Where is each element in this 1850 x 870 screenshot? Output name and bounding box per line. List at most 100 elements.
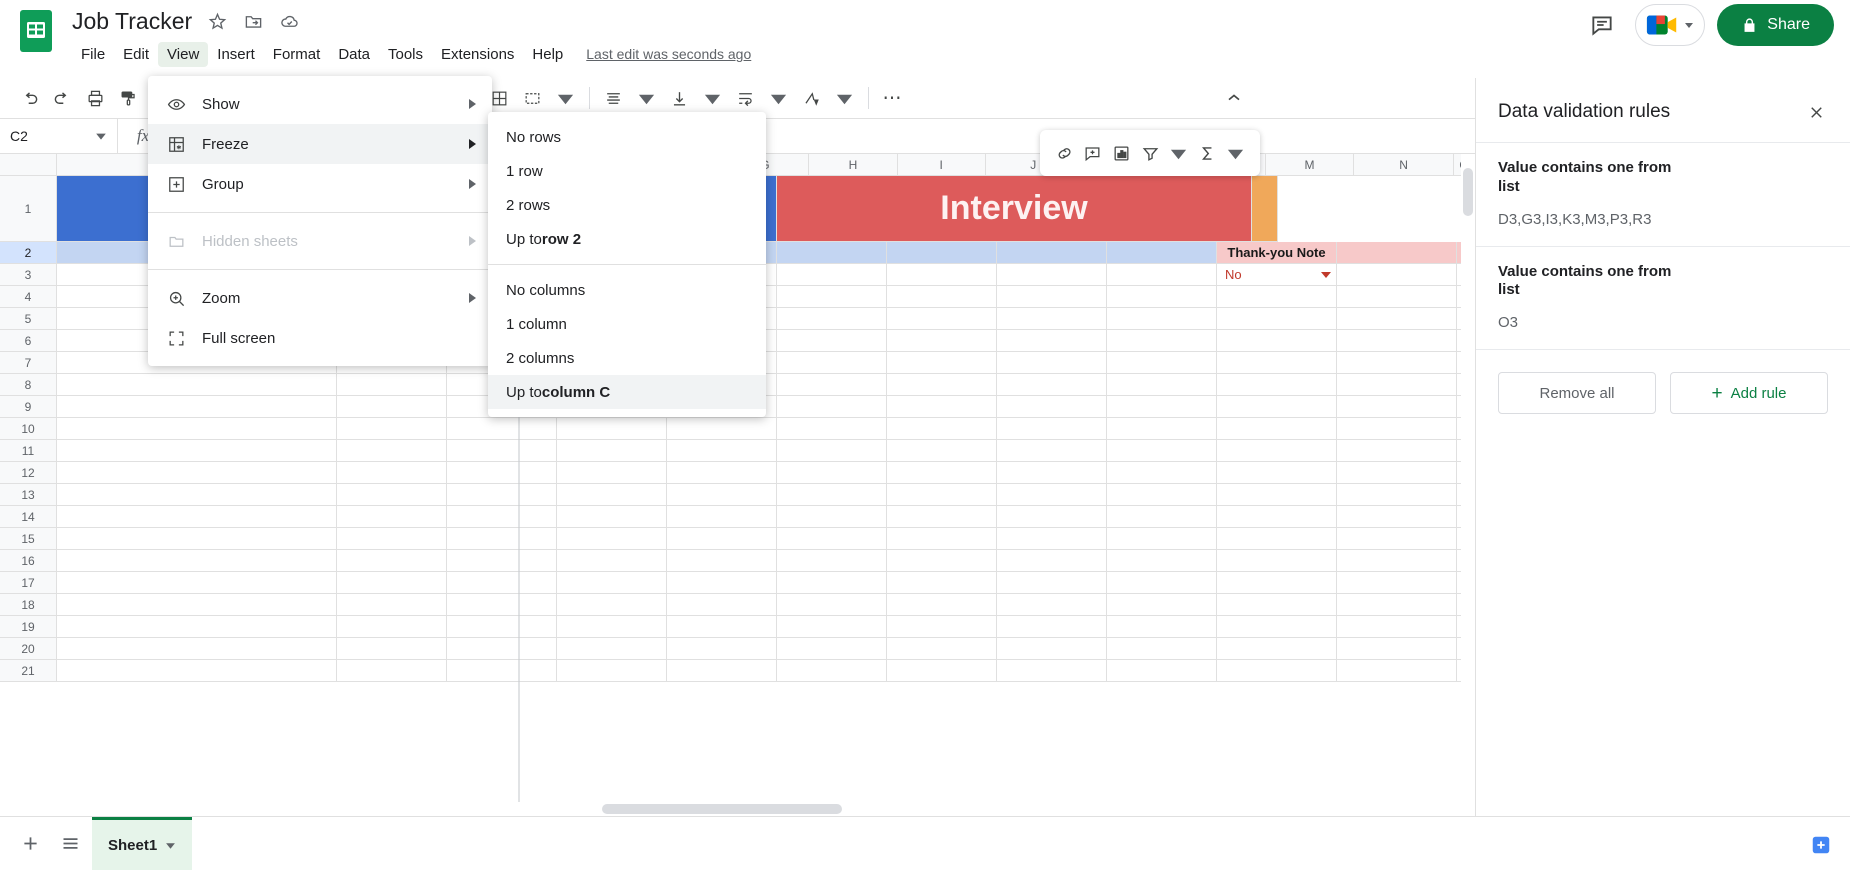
filter-caret-icon[interactable] <box>1168 138 1189 169</box>
row-header-3[interactable]: 3 <box>0 264 56 286</box>
row-header-18[interactable]: 18 <box>0 594 56 616</box>
row-header-1[interactable]: 1 <box>0 176 56 242</box>
wrap-caret-icon[interactable] <box>763 83 794 114</box>
cell-g18[interactable] <box>887 594 997 616</box>
cell-c12[interactable] <box>447 462 557 484</box>
cell-i16[interactable] <box>1107 550 1217 572</box>
menu-view[interactable]: View <box>158 41 209 67</box>
vertical-scrollbar[interactable] <box>1461 154 1475 816</box>
cell-f18[interactable] <box>777 594 887 616</box>
halign-caret-icon[interactable] <box>631 83 662 114</box>
cell-f17[interactable] <box>777 572 887 594</box>
text-rotation-icon[interactable] <box>796 83 827 114</box>
cell-c15[interactable] <box>447 528 557 550</box>
cell-a10[interactable] <box>57 418 337 440</box>
cell-g14[interactable] <box>887 506 997 528</box>
cell-b16[interactable] <box>337 550 447 572</box>
cell-b11[interactable] <box>337 440 447 462</box>
cell-a8[interactable] <box>57 374 337 396</box>
cell-k9[interactable] <box>1337 396 1457 418</box>
cell-k13[interactable] <box>1337 484 1457 506</box>
cell-k2[interactable] <box>1337 242 1457 264</box>
cell-e15[interactable] <box>667 528 777 550</box>
cell-c11[interactable] <box>447 440 557 462</box>
cell-k19[interactable] <box>1337 616 1457 638</box>
cell-g13[interactable] <box>887 484 997 506</box>
cell-i19[interactable] <box>1107 616 1217 638</box>
cell-j19[interactable] <box>1217 616 1337 638</box>
cell-a20[interactable] <box>57 638 337 660</box>
cell-a19[interactable] <box>57 616 337 638</box>
menu-insert[interactable]: Insert <box>208 42 264 67</box>
cell-e16[interactable] <box>667 550 777 572</box>
rotation-caret-icon[interactable] <box>829 83 860 114</box>
menu-edit[interactable]: Edit <box>114 42 158 67</box>
cell-h19[interactable] <box>997 616 1107 638</box>
meet-button[interactable] <box>1635 4 1706 46</box>
more-options-icon[interactable]: ⋯ <box>877 83 908 114</box>
row-header-12[interactable]: 12 <box>0 462 56 484</box>
cell-f11[interactable] <box>777 440 887 462</box>
cell-b13[interactable] <box>337 484 447 506</box>
cell-k8[interactable] <box>1337 374 1457 396</box>
cell-f16[interactable] <box>777 550 887 572</box>
cell-h15[interactable] <box>997 528 1107 550</box>
cell-k3[interactable] <box>1337 264 1457 286</box>
cell-k12[interactable] <box>1337 462 1457 484</box>
add-sheet-icon[interactable] <box>12 826 48 862</box>
cell-f14[interactable] <box>777 506 887 528</box>
cell-b21[interactable] <box>337 660 447 682</box>
cell-e14[interactable] <box>667 506 777 528</box>
cell-b9[interactable] <box>337 396 447 418</box>
row-header-21[interactable]: 21 <box>0 660 56 682</box>
cell-b18[interactable] <box>337 594 447 616</box>
cell-e19[interactable] <box>667 616 777 638</box>
cell-k15[interactable] <box>1337 528 1457 550</box>
cell-i20[interactable] <box>1107 638 1217 660</box>
cell-c14[interactable] <box>447 506 557 528</box>
add-rule-button[interactable]: + Add rule <box>1670 372 1828 414</box>
column-header-n[interactable]: N <box>1354 154 1455 175</box>
freeze-1-row[interactable]: 1 row <box>488 154 766 188</box>
cell-j4[interactable] <box>1217 286 1337 308</box>
cell-d14[interactable] <box>557 506 667 528</box>
cell-d13[interactable] <box>557 484 667 506</box>
cell-a17[interactable] <box>57 572 337 594</box>
insert-comment-icon[interactable] <box>1083 138 1104 169</box>
horizontal-scroll-thumb[interactable] <box>602 804 842 814</box>
cell-g16[interactable] <box>887 550 997 572</box>
cell-c16[interactable] <box>447 550 557 572</box>
text-wrap-icon[interactable] <box>730 83 761 114</box>
cell-b17[interactable] <box>337 572 447 594</box>
cell-h2[interactable] <box>997 242 1107 264</box>
cell-k16[interactable] <box>1337 550 1457 572</box>
cell-c20[interactable] <box>447 638 557 660</box>
cloud-saved-icon[interactable] <box>278 11 300 33</box>
page-title[interactable]: Job Tracker <box>72 8 192 35</box>
cell-g17[interactable] <box>887 572 997 594</box>
cell-e10[interactable] <box>667 418 777 440</box>
cell-b19[interactable] <box>337 616 447 638</box>
cell-j6[interactable] <box>1217 330 1337 352</box>
freeze-up-to-column[interactable]: Up to column C <box>488 375 766 409</box>
freeze-1-column[interactable]: 1 column <box>488 307 766 341</box>
cell-f12[interactable] <box>777 462 887 484</box>
row-header-6[interactable]: 6 <box>0 330 56 352</box>
cell-i14[interactable] <box>1107 506 1217 528</box>
redo-icon[interactable] <box>47 83 78 114</box>
cell-h17[interactable] <box>997 572 1107 594</box>
merge-cells-icon[interactable] <box>517 83 548 114</box>
all-sheets-icon[interactable] <box>52 826 88 862</box>
cell-e12[interactable] <box>667 462 777 484</box>
freeze-2-columns[interactable]: 2 columns <box>488 341 766 375</box>
cell-d17[interactable] <box>557 572 667 594</box>
cell-h13[interactable] <box>997 484 1107 506</box>
row-header-11[interactable]: 11 <box>0 440 56 462</box>
cell-f4[interactable] <box>777 286 887 308</box>
view-menu-item-full-screen[interactable]: Full screen <box>148 318 492 358</box>
cell-k20[interactable] <box>1337 638 1457 660</box>
cell-f3[interactable] <box>777 264 887 286</box>
cell-j16[interactable] <box>1217 550 1337 572</box>
row-header-17[interactable]: 17 <box>0 572 56 594</box>
cell-g6[interactable] <box>887 330 997 352</box>
